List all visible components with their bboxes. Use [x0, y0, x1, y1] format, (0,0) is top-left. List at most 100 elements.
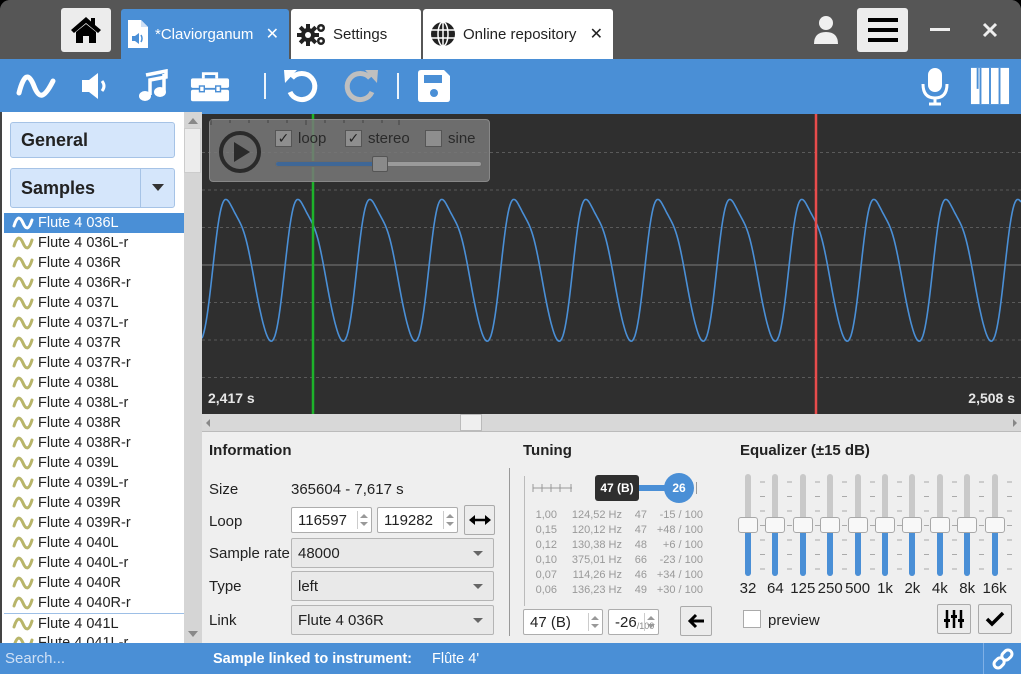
tab-claviorganum[interactable]: *Claviorganum ✕	[121, 9, 289, 59]
save-button[interactable]	[414, 67, 454, 105]
menu-button[interactable]	[857, 8, 908, 52]
eq-slider-1k[interactable]	[875, 474, 902, 576]
waveform-scrollbar[interactable]	[202, 414, 1021, 432]
loop-end-input[interactable]: 119282	[377, 507, 458, 533]
sample-list-item[interactable]: Flute 4 038R-r	[4, 433, 184, 453]
sample-list-item[interactable]: Flute 4 039R	[4, 493, 184, 513]
preview-checkbox[interactable]	[743, 610, 761, 628]
samples-button[interactable]: Samples	[10, 168, 175, 208]
home-button[interactable]	[61, 8, 111, 52]
eq-slider-knob[interactable]	[820, 517, 841, 533]
eq-slider-knob[interactable]	[929, 517, 950, 533]
stereo-checkbox[interactable]: ✓ stereo	[345, 130, 410, 147]
sample-list-item[interactable]: Flute 4 036L	[4, 213, 184, 233]
eq-slider-4k[interactable]	[929, 474, 957, 576]
close-icon[interactable]: ✕	[590, 24, 603, 44]
user-button[interactable]	[808, 8, 844, 52]
eq-slider-knob[interactable]	[984, 517, 1005, 533]
link-select[interactable]: Flute 4 036R	[291, 605, 494, 635]
eq-slider-64[interactable]	[765, 474, 793, 576]
eq-slider-knob[interactable]	[847, 517, 868, 533]
equalizer-apply-button[interactable]	[978, 604, 1012, 634]
scroll-down-arrow[interactable]	[188, 631, 198, 637]
play-button[interactable]	[218, 130, 262, 174]
eq-slider-16k[interactable]	[984, 474, 1012, 576]
eq-slider-knob[interactable]	[875, 517, 895, 533]
eq-slider-500[interactable]	[847, 474, 875, 576]
general-button[interactable]: General	[10, 122, 175, 158]
eq-slider-knob[interactable]	[902, 517, 923, 533]
sample-list-item[interactable]: Flute 4 040R-r	[4, 593, 184, 613]
sample-list-item[interactable]: Flute 4 038L-r	[4, 393, 184, 413]
apply-tuning-button[interactable]	[680, 606, 712, 636]
samples-tool-button[interactable]	[16, 67, 56, 105]
loop-end-spinner[interactable]	[443, 511, 455, 529]
sample-list-item[interactable]: Flute 4 038R	[4, 413, 184, 433]
sample-rate-select[interactable]: 48000	[291, 538, 494, 568]
correction-spinner[interactable]	[644, 613, 656, 631]
undo-button[interactable]	[282, 67, 322, 105]
sample-list-item[interactable]: Flute 4 036R-r	[4, 273, 184, 293]
loop-full-button[interactable]	[464, 505, 495, 535]
sine-check-box[interactable]	[425, 130, 442, 147]
keyboard-button[interactable]	[970, 67, 1010, 105]
sample-list-item[interactable]: Flute 4 040L	[4, 533, 184, 553]
link-button[interactable]	[983, 643, 1021, 674]
sample-list-item[interactable]: Flute 4 041L-r	[4, 633, 184, 643]
eq-slider-32[interactable]	[738, 474, 765, 576]
eq-slider-knob[interactable]	[957, 517, 978, 533]
loop-check-box[interactable]: ✓	[275, 130, 292, 147]
sample-list-item[interactable]: Flute 4 037R	[4, 333, 184, 353]
sample-list-item[interactable]: Flute 4 037R-r	[4, 353, 184, 373]
scroll-left-arrow[interactable]	[206, 419, 210, 427]
scroll-up-arrow[interactable]	[188, 118, 198, 124]
samples-dropdown[interactable]	[140, 169, 174, 207]
minimize-button[interactable]	[925, 8, 955, 52]
sample-list-item[interactable]: Flute 4 036R	[4, 253, 184, 273]
type-select[interactable]: left	[291, 571, 494, 601]
cents-badge[interactable]: 26	[664, 473, 694, 503]
root-key-spinner[interactable]	[588, 613, 600, 631]
presets-tool-button[interactable]	[133, 67, 173, 105]
correction-input[interactable]: -26 /100	[608, 609, 659, 635]
sample-list-item[interactable]: Flute 4 039L-r	[4, 473, 184, 493]
record-button[interactable]	[915, 67, 955, 106]
redo-button[interactable]	[340, 67, 380, 105]
eq-slider-125[interactable]	[792, 474, 820, 576]
close-window-button[interactable]	[975, 8, 1005, 52]
tab-online-repository[interactable]: Online repository ✕	[423, 9, 613, 59]
stereo-check-box[interactable]: ✓	[345, 130, 362, 147]
sample-list-item[interactable]: Flute 4 039R-r	[4, 513, 184, 533]
search-input[interactable]	[0, 643, 200, 674]
waveform-view[interactable]: ✓ loop ✓ stereo sine 2,417 s 2,508 s	[202, 112, 1021, 414]
sample-list-item[interactable]: Flute 4 040R	[4, 573, 184, 593]
toolbox-button[interactable]	[190, 67, 230, 105]
linked-instrument-value[interactable]: Flûte 4'	[432, 651, 479, 667]
scroll-thumb[interactable]	[184, 128, 201, 173]
eq-slider-knob[interactable]	[765, 517, 786, 533]
scroll-right-arrow[interactable]	[1013, 419, 1017, 427]
sample-list-item[interactable]: Flute 4 040L-r	[4, 553, 184, 573]
speed-slider[interactable]	[275, 156, 482, 172]
eq-slider-2k[interactable]	[902, 474, 930, 576]
sample-list-item[interactable]: Flute 4 037L-r	[4, 313, 184, 333]
eq-slider-knob[interactable]	[792, 517, 813, 533]
sample-list-item[interactable]: Flute 4 039L	[4, 453, 184, 473]
sine-checkbox[interactable]: sine	[425, 130, 476, 147]
sample-list-item[interactable]: Flute 4 037L	[4, 293, 184, 313]
sample-list-item[interactable]: Flute 4 036L-r	[4, 233, 184, 253]
loop-start-spinner[interactable]	[357, 511, 369, 529]
equalizer-reset-button[interactable]	[937, 604, 971, 634]
loop-start-input[interactable]: 116597	[291, 507, 372, 533]
loop-checkbox[interactable]: ✓ loop	[275, 130, 326, 147]
instruments-tool-button[interactable]	[75, 67, 115, 105]
root-key-input[interactable]: 47 (B)	[523, 609, 603, 635]
sample-list-item[interactable]: Flute 4 041L	[4, 613, 184, 633]
sample-list-item[interactable]: Flute 4 038L	[4, 373, 184, 393]
sidebar-scrollbar[interactable]	[184, 112, 202, 643]
speed-slider-thumb[interactable]	[371, 156, 388, 172]
close-icon[interactable]: ✕	[266, 24, 279, 44]
eq-slider-250[interactable]	[820, 474, 848, 576]
eq-slider-8k[interactable]	[957, 474, 985, 576]
scroll-thumb[interactable]	[460, 414, 482, 431]
